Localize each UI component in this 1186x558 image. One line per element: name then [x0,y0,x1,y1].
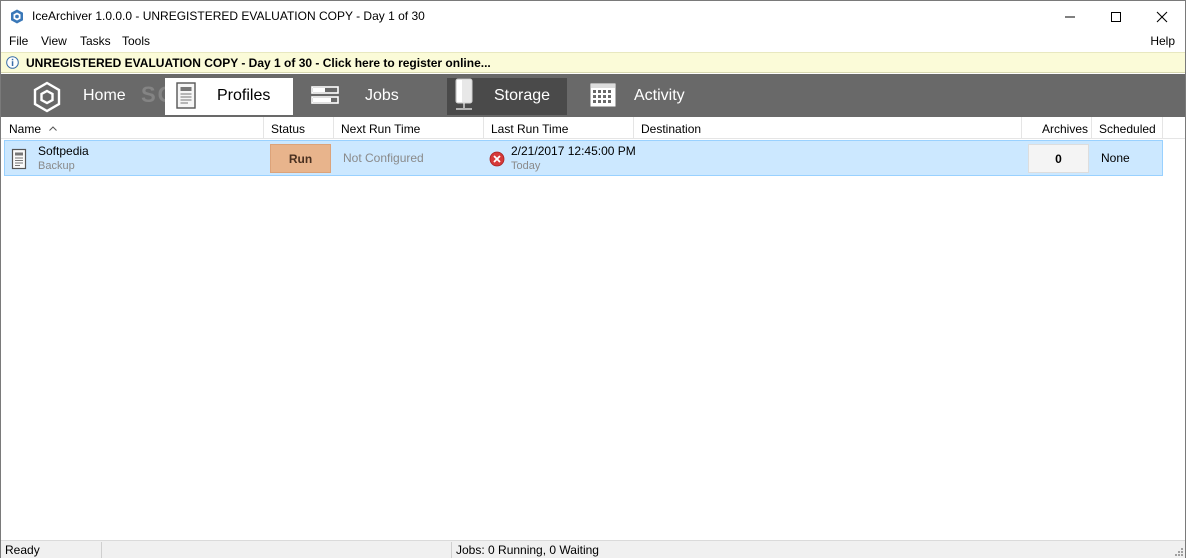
menu-view[interactable]: View [41,34,67,48]
column-header-last-run[interactable]: Last Run Time [484,117,634,139]
menu-bar: File View Tasks Tools Help [1,32,1185,52]
storage-drive-icon [455,78,473,110]
menu-tasks[interactable]: Tasks [80,34,111,48]
status-ready: Ready [5,543,40,557]
title-bar[interactable]: IceArchiver 1.0.0.0 - UNREGISTERED EVALU… [1,1,1185,32]
column-header-archives[interactable]: Archives [1022,117,1092,139]
maximize-button[interactable] [1093,1,1139,32]
column-header-name[interactable]: Name [1,117,264,139]
tab-profiles[interactable]: Profiles [165,78,293,115]
last-run-relative: Today [511,160,541,172]
registration-notice[interactable]: UNREGISTERED EVALUATION COPY - Day 1 of … [1,52,1185,73]
notice-text[interactable]: UNREGISTERED EVALUATION COPY - Day 1 of … [26,56,491,70]
close-icon [1156,11,1168,22]
tab-home[interactable]: Home [23,78,153,115]
tab-storage-label: Storage [494,87,551,104]
window-title: IceArchiver 1.0.0.0 - UNREGISTERED EVALU… [32,9,425,23]
grid-header: Name Status Next Run Time Last Run Time … [1,117,1185,139]
archives-count[interactable]: 0 [1028,144,1089,173]
profiles-document-icon [176,82,196,109]
error-icon [489,151,505,167]
tab-activity[interactable]: Activity [583,78,713,115]
column-last-run-label: Last Run Time [491,122,569,136]
column-header-next-run[interactable]: Next Run Time [334,117,484,139]
jobs-list-icon [311,86,339,104]
menu-help[interactable]: Help [1150,34,1175,48]
column-next-run-label: Next Run Time [341,122,421,136]
column-header-destination[interactable]: Destination [634,117,1022,139]
app-logo-icon [11,9,23,24]
main-toolbar: Home SOFTPEDIA Profiles Jobs [1,74,1185,117]
profile-document-icon [11,148,27,170]
status-jobs: Jobs: 0 Running, 0 Waiting [456,543,599,557]
minimize-icon [1065,16,1075,17]
column-scheduled-label: Scheduled [1099,122,1156,136]
menu-tools[interactable]: Tools [122,34,150,48]
minimize-button[interactable] [1047,1,1093,32]
column-header-status[interactable]: Status [264,117,334,139]
run-button[interactable]: Run [270,144,331,173]
column-destination-label: Destination [641,122,702,136]
tab-jobs-label: Jobs [365,87,399,104]
resize-grip-icon[interactable] [1173,546,1183,556]
tab-storage[interactable]: Storage [447,78,567,115]
status-separator [101,542,102,558]
home-hexagon-icon [33,81,61,113]
calendar-icon [590,83,616,107]
tab-profiles-label: Profiles [217,87,271,104]
app-window: IceArchiver 1.0.0.0 - UNREGISTERED EVALU… [0,0,1186,558]
profile-name: Softpedia [38,144,89,158]
table-row[interactable]: Softpedia Backup Run Not Configured 2/21… [4,140,1163,176]
last-run-time: 2/21/2017 12:45:00 PM [511,144,636,158]
column-archives-label: Archives [1042,122,1089,136]
tab-jobs[interactable]: Jobs [301,78,431,115]
column-status-label: Status [271,122,306,136]
tab-activity-label: Activity [634,87,685,104]
close-button[interactable] [1139,1,1185,32]
tab-home-label: Home [83,87,126,104]
next-run-time: Not Configured [343,151,424,165]
status-separator [451,542,452,558]
column-header-scheduled[interactable]: Scheduled [1092,117,1163,139]
menu-file[interactable]: File [9,34,28,48]
maximize-icon [1111,11,1121,22]
info-icon [6,56,19,69]
sort-ascending-icon [49,126,57,131]
status-bar: Ready Jobs: 0 Running, 0 Waiting [1,540,1185,558]
column-name-label: Name [9,122,42,136]
scheduled-value: None [1101,151,1130,165]
profile-type: Backup [38,160,75,172]
